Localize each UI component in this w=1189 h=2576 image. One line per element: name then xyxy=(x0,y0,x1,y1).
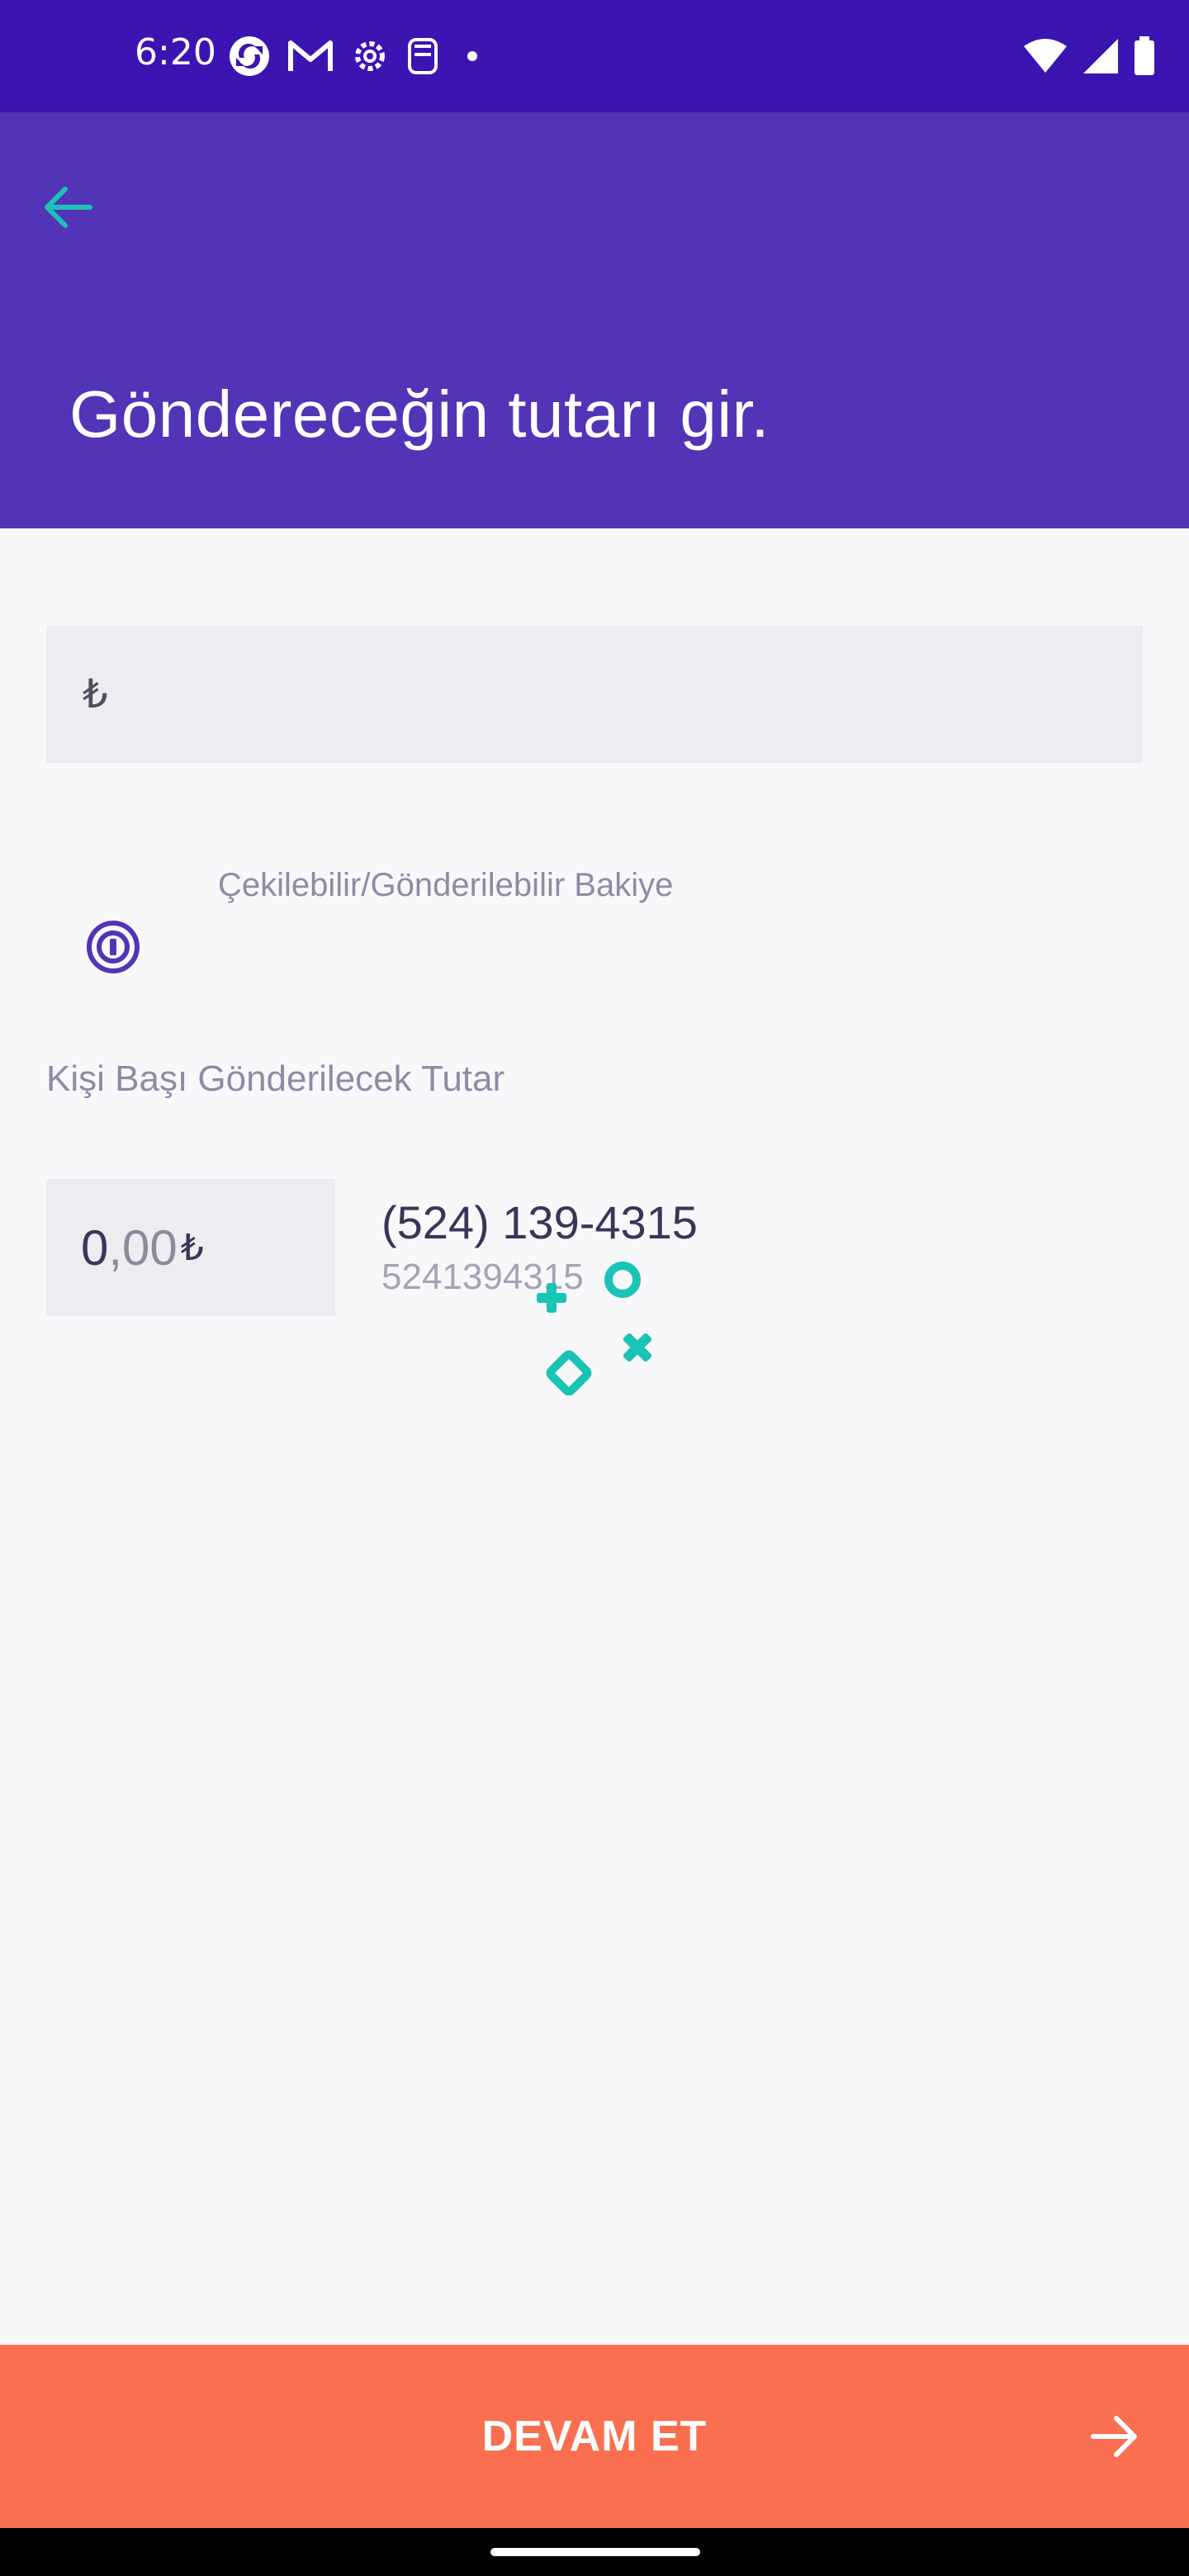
status-time: 6:20 xyxy=(135,31,216,73)
recipient-amount-integer: 0 xyxy=(81,1219,109,1276)
status-bar: 6:20 xyxy=(0,0,1189,112)
screenshot-icon xyxy=(408,38,438,74)
dot-icon xyxy=(467,51,477,61)
status-icons-left xyxy=(228,33,489,79)
signal-icon xyxy=(1083,39,1118,73)
amount-field[interactable]: ₺ xyxy=(46,626,1143,763)
home-handle[interactable] xyxy=(490,2548,700,2556)
loading-spinner-icon xyxy=(537,1262,652,1395)
settings-icon xyxy=(355,41,385,71)
navigation-bar xyxy=(0,2528,1189,2576)
gmail-icon xyxy=(288,40,333,71)
arrow-right-icon xyxy=(1091,2416,1137,2457)
header: Göndereceğin tutarı gir. xyxy=(0,112,1189,528)
sync-icon xyxy=(230,36,269,76)
balance-label: Çekilebilir/Gönderilebilir Bakiye xyxy=(218,867,674,903)
wifi-icon xyxy=(1024,39,1067,73)
recipient-amount-decimal: ,00 xyxy=(108,1219,178,1276)
continue-button-label: DEVAM ET xyxy=(481,2413,708,2460)
continue-button[interactable]: DEVAM ET xyxy=(0,2345,1189,2528)
back-button[interactable] xyxy=(33,173,101,241)
balance-target-icon xyxy=(87,921,140,973)
battery-icon xyxy=(1135,36,1154,75)
page-title: Göndereceğin tutarı gir. xyxy=(69,377,770,451)
recipient-amount-currency: ₺ xyxy=(180,1226,204,1269)
recipient-amount-field[interactable]: 0 ,00 ₺ xyxy=(46,1179,335,1316)
status-icons-right xyxy=(1022,33,1156,79)
amount-input[interactable] xyxy=(122,671,1031,717)
arrow-left-icon xyxy=(45,187,92,228)
currency-symbol: ₺ xyxy=(83,671,108,717)
per-person-label: Kişi Başı Gönderilecek Tutar xyxy=(46,1058,505,1099)
recipient-name: (524) 139-4315 xyxy=(381,1196,698,1248)
